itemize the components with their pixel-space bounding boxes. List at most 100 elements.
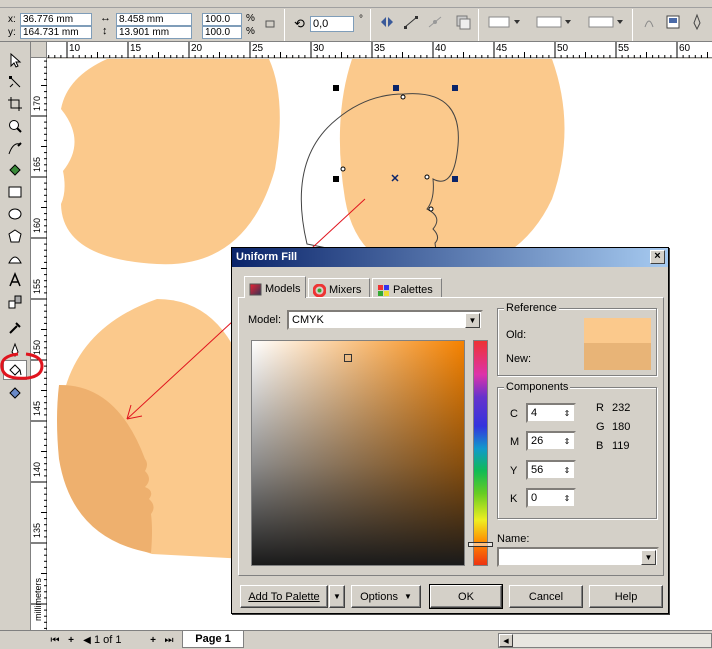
properties-icon[interactable] xyxy=(662,12,684,32)
vertical-ruler[interactable]: 170 165 160 155 150 145 140 135 millimeters xyxy=(31,58,47,630)
scroll-left-arrow[interactable]: ◀ xyxy=(499,634,513,647)
degree-label: ° xyxy=(359,14,363,25)
polygon-tool-icon[interactable] xyxy=(3,226,27,246)
ruler-corner[interactable] xyxy=(31,42,47,58)
interactive-blend-tool-icon[interactable] xyxy=(3,292,27,312)
rectangle-tool-icon[interactable] xyxy=(3,182,27,202)
yellow-spinner[interactable]: ⇕ xyxy=(561,462,573,478)
last-page-button[interactable]: ⏭ xyxy=(162,633,176,647)
x-position-field[interactable]: 36.776 mm xyxy=(20,13,92,26)
ruler-unit-label: millimeters xyxy=(33,578,43,622)
add-page-before-button[interactable]: + xyxy=(64,633,78,647)
model-label: Model: xyxy=(248,314,282,326)
name-combo[interactable]: ▼ xyxy=(497,547,659,567)
ruler-label: 140 xyxy=(32,462,42,478)
curve-node xyxy=(424,174,430,180)
cyan-spinner[interactable]: ⇕ xyxy=(561,405,573,421)
width-field[interactable]: 8.458 mm xyxy=(116,13,192,26)
ruler-label: 60 xyxy=(679,43,691,54)
horizontal-ruler[interactable]: 10 15 20 25 30 35 40 45 50 55 60 xyxy=(47,42,712,58)
basic-shapes-tool-icon[interactable] xyxy=(3,248,27,268)
cancel-label: Cancel xyxy=(528,590,564,603)
magenta-spinner[interactable]: ⇕ xyxy=(561,433,573,449)
ok-button[interactable]: OK xyxy=(429,584,503,609)
pick-tool-icon[interactable] xyxy=(3,50,27,70)
ruler-label: 35 xyxy=(374,43,386,54)
help-button[interactable]: Help xyxy=(589,585,663,608)
text-tool-icon[interactable] xyxy=(3,270,27,290)
curve-node xyxy=(340,166,346,172)
separator xyxy=(478,9,479,41)
horizontal-scrollbar[interactable]: ◀ xyxy=(498,633,712,648)
freehand-tool-icon[interactable] xyxy=(3,138,27,158)
outline-width-dropdown[interactable] xyxy=(486,12,524,32)
height-icon: ↕ xyxy=(102,25,108,37)
ellipse-tool-icon[interactable] xyxy=(3,204,27,224)
color-picker-field[interactable] xyxy=(251,340,465,566)
zoom-tool-icon[interactable] xyxy=(3,116,27,136)
old-color-label: Old: xyxy=(506,329,527,341)
head-shape-top-left xyxy=(61,59,280,265)
eyedropper-tool-icon[interactable] xyxy=(3,318,27,338)
yellow-field[interactable]: 56 ⇕ xyxy=(526,460,576,480)
percent-y-label: % xyxy=(246,26,255,37)
to-front-button[interactable] xyxy=(452,12,474,32)
height-field[interactable]: 13.901 mm xyxy=(116,26,192,39)
cyan-field[interactable]: 4 ⇕ xyxy=(526,403,576,423)
add-page-after-button[interactable]: + xyxy=(146,633,160,647)
previous-page-button[interactable]: ◀ xyxy=(80,633,94,647)
mirror-horizontal-button[interactable] xyxy=(376,12,398,32)
line-style-dropdown[interactable] xyxy=(534,12,576,32)
selection-handle xyxy=(393,85,399,91)
crop-tool-icon[interactable] xyxy=(3,94,27,114)
add-to-palette-dropdown-arrow[interactable]: ▼ xyxy=(329,585,345,608)
tab-palettes[interactable]: Palettes xyxy=(372,278,442,298)
cancel-button[interactable]: Cancel xyxy=(509,585,583,608)
hue-slider[interactable] xyxy=(468,340,493,566)
y-position-field[interactable]: 164.731 mm xyxy=(20,26,92,39)
c-label: C xyxy=(510,408,518,420)
end-arrow-dropdown[interactable] xyxy=(586,12,628,32)
scale-x-field[interactable]: 100.0 xyxy=(202,13,242,26)
ok-label: OK xyxy=(458,590,474,603)
rotation-field[interactable]: 0,0 xyxy=(310,16,354,32)
lock-ratio-icon[interactable] xyxy=(262,18,278,28)
percent-x-label: % xyxy=(246,13,255,24)
interactive-fill-tool-icon[interactable] xyxy=(3,382,27,402)
ruler-label: 25 xyxy=(252,43,264,54)
mixers-tab-icon xyxy=(313,283,326,297)
options-button[interactable]: Options ▼ xyxy=(351,585,421,608)
k-label: K xyxy=(510,493,518,505)
curve-tool-button[interactable] xyxy=(400,12,422,32)
ruler-label: 30 xyxy=(313,43,325,54)
name-label: Name: xyxy=(497,533,530,545)
black-field[interactable]: 0 ⇕ xyxy=(526,488,576,508)
close-button[interactable]: × xyxy=(650,250,665,264)
page-navigator-bar: ⏮ + ◀ 1 of 1 + ⏭ Page 1 ◀ xyxy=(0,630,712,649)
smart-fill-tool-icon[interactable] xyxy=(3,160,27,180)
tab-label: Palettes xyxy=(393,284,433,296)
pen-icon[interactable] xyxy=(688,12,706,32)
tab-models[interactable]: Models xyxy=(244,276,306,298)
model-dropdown-arrow[interactable]: ▼ xyxy=(465,313,480,328)
first-page-button[interactable]: ⏮ xyxy=(48,633,62,647)
ruler-label: 135 xyxy=(32,523,42,539)
black-spinner[interactable]: ⇕ xyxy=(561,490,573,506)
curve-node xyxy=(428,206,434,212)
hue-slider-handle[interactable] xyxy=(468,542,493,547)
dialog-titlebar[interactable]: Uniform Fill xyxy=(232,248,668,267)
magenta-field[interactable]: 26 ⇕ xyxy=(526,431,576,451)
ruler-label: 55 xyxy=(618,43,630,54)
ruler-label: 155 xyxy=(32,279,42,295)
convert-icon[interactable] xyxy=(638,12,660,32)
shape-tool-icon[interactable] xyxy=(3,72,27,92)
tab-mixers[interactable]: Mixers xyxy=(308,278,370,298)
models-panel: Model: CMYK ▼ Reference Old: New: Compon… xyxy=(238,297,664,576)
node-tool-button[interactable] xyxy=(424,12,446,32)
scale-y-field[interactable]: 100.0 xyxy=(202,26,242,39)
add-to-palette-button[interactable]: Add To Palette xyxy=(240,585,328,608)
model-select[interactable]: CMYK ▼ xyxy=(287,310,483,330)
name-dropdown-arrow[interactable]: ▼ xyxy=(641,550,656,565)
color-picker-marker[interactable] xyxy=(344,354,352,362)
page-tab-1[interactable]: Page 1 xyxy=(182,631,244,648)
